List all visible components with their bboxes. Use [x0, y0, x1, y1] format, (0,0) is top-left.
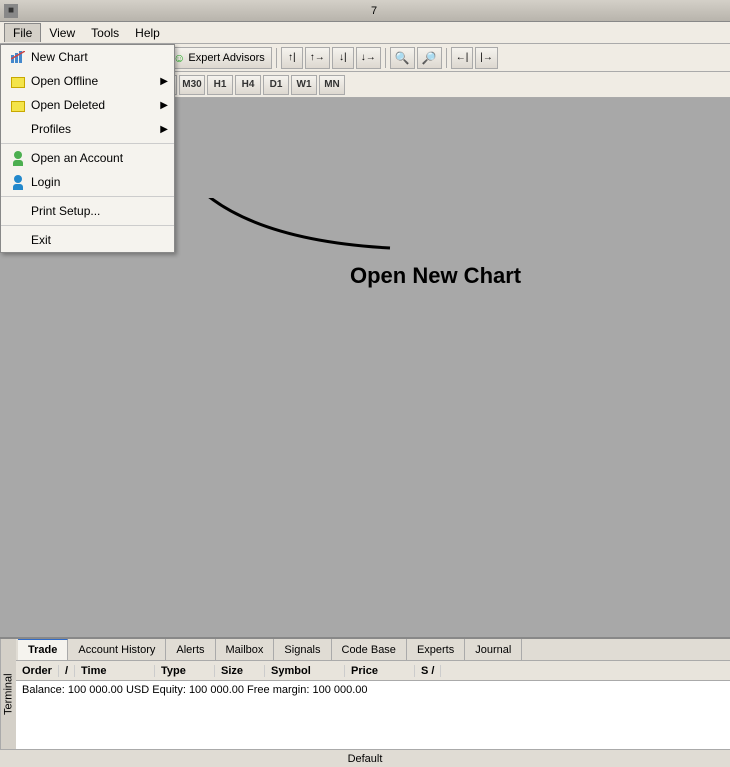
open-offline-arrow: ▶: [160, 76, 168, 87]
scroll-left-btn[interactable]: ←|: [451, 47, 474, 69]
profiles-label: Profiles: [31, 122, 71, 136]
menu-separator-3: [1, 225, 174, 226]
timeframe-M30[interactable]: M30: [179, 75, 205, 95]
login-icon: [9, 174, 27, 190]
menu-separator-1: [1, 143, 174, 144]
menu-print-setup[interactable]: Print Setup...: [1, 199, 174, 223]
open-deleted-icon: [9, 97, 27, 113]
tab-journal[interactable]: Journal: [465, 639, 522, 660]
zoom-in-icon: 🔍: [395, 51, 410, 65]
col-s: S /: [415, 665, 441, 677]
print-setup-label: Print Setup...: [31, 204, 100, 218]
menu-tools[interactable]: Tools: [83, 24, 127, 42]
table-header: Order / Time Type Size Symbol Price S /: [0, 661, 730, 681]
annotation-text: Open New Chart: [350, 263, 521, 289]
menu-open-offline[interactable]: Open Offline ▶: [1, 69, 174, 93]
down-left-icon: ↓|: [339, 52, 347, 63]
profiles-icon: [9, 121, 27, 137]
toolbar-sep-3: [385, 48, 386, 68]
timeframe-H4[interactable]: H4: [235, 75, 261, 95]
col-order: Order: [16, 665, 59, 677]
new-chart-icon: [9, 49, 27, 65]
tab-mailbox[interactable]: Mailbox: [216, 639, 275, 660]
open-account-icon: [9, 150, 27, 166]
balance-text: Balance: 100 000.00 USD Equity: 100 000.…: [22, 684, 368, 696]
col-time: Time: [75, 665, 155, 677]
scroll-right-icon: |→: [480, 52, 493, 63]
terminal-side-label[interactable]: Terminal: [0, 639, 16, 749]
timeframe-H1[interactable]: H1: [207, 75, 233, 95]
status-text: Default: [348, 753, 383, 765]
open-account-label: Open an Account: [31, 151, 123, 165]
col-symbol: Symbol: [265, 665, 345, 677]
col-type: Type: [155, 665, 215, 677]
toolbar-sep-2: [276, 48, 277, 68]
menu-new-chart[interactable]: New Chart: [1, 45, 174, 69]
menu-open-deleted[interactable]: Open Deleted ▶: [1, 93, 174, 117]
open-deleted-arrow: ▶: [160, 100, 168, 111]
col-price: Price: [345, 665, 415, 677]
expert-advisors-button[interactable]: ☺ Expert Advisors: [166, 47, 272, 69]
tab-trade[interactable]: Trade: [18, 639, 68, 660]
menu-profiles[interactable]: Profiles ▶: [1, 117, 174, 141]
menu-separator-2: [1, 196, 174, 197]
tab-alerts[interactable]: Alerts: [166, 639, 215, 660]
menu-view[interactable]: View: [41, 24, 83, 42]
tab-account-history[interactable]: Account History: [68, 639, 166, 660]
nav-up-right[interactable]: ↑→: [305, 47, 330, 69]
nav-up-left[interactable]: ↑|: [281, 47, 303, 69]
menu-open-account[interactable]: Open an Account: [1, 146, 174, 170]
terminal-panel: Terminal Trade Account History Alerts Ma…: [0, 637, 730, 767]
scroll-right-btn[interactable]: |→: [475, 47, 498, 69]
timeframe-MN[interactable]: MN: [319, 75, 345, 95]
menu-help[interactable]: Help: [127, 24, 168, 42]
up-right-icon: ↑→: [310, 52, 325, 63]
nav-down-right[interactable]: ↓→: [356, 47, 381, 69]
status-bar: Default: [0, 749, 730, 767]
menu-file[interactable]: File: [4, 23, 41, 42]
login-label: Login: [31, 175, 60, 189]
balance-row: Balance: 100 000.00 USD Equity: 100 000.…: [0, 681, 730, 699]
open-offline-icon: [9, 73, 27, 89]
zoom-out-icon: 🔎: [422, 51, 437, 65]
file-menu-dropdown: New Chart Open Offline ▶ Open Deleted ▶ …: [0, 44, 175, 253]
toolbar-sep-4: [446, 48, 447, 68]
menu-exit[interactable]: Exit: [1, 228, 174, 252]
menu-bar: File View Tools Help: [0, 22, 730, 44]
exit-icon: [9, 232, 27, 248]
timeframe-D1[interactable]: D1: [263, 75, 289, 95]
tab-code-base[interactable]: Code Base: [332, 639, 407, 660]
exit-label: Exit: [31, 233, 51, 247]
zoom-out-btn[interactable]: 🔎: [417, 47, 442, 69]
menu-login[interactable]: Login: [1, 170, 174, 194]
expert-advisors-label: Expert Advisors: [188, 52, 264, 64]
print-setup-icon: [9, 203, 27, 219]
title-bar-text: 7: [22, 5, 726, 17]
open-deleted-label: Open Deleted: [31, 98, 105, 112]
zoom-in-btn[interactable]: 🔍: [390, 47, 415, 69]
col-size: Size: [215, 665, 265, 677]
tab-experts[interactable]: Experts: [407, 639, 465, 660]
nav-down-left[interactable]: ↓|: [332, 47, 354, 69]
open-offline-label: Open Offline: [31, 74, 98, 88]
title-bar: ■ 7: [0, 0, 730, 22]
new-chart-label: New Chart: [31, 50, 88, 64]
timeframe-W1[interactable]: W1: [291, 75, 317, 95]
app-icon: ■: [4, 4, 18, 18]
tab-signals[interactable]: Signals: [274, 639, 331, 660]
terminal-content: Order / Time Type Size Symbol Price S / …: [0, 661, 730, 749]
profiles-arrow: ▶: [160, 124, 168, 135]
scroll-left-icon: ←|: [456, 52, 469, 63]
up-left-icon: ↑|: [288, 52, 296, 63]
down-right-icon: ↓→: [361, 52, 376, 63]
terminal-tabs: Trade Account History Alerts Mailbox Sig…: [0, 639, 730, 661]
col-slash: /: [59, 665, 75, 677]
